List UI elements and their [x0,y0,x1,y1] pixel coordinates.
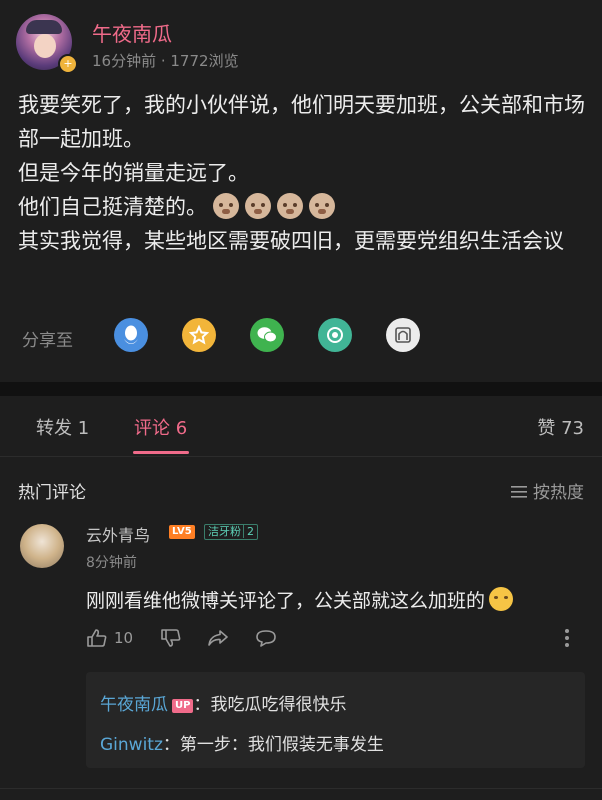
dog-face-icon [277,193,303,219]
post-line-1: 我要笑死了，我的小伙伴说，他们明天要加班，公关部和市场部一起加班。 [18,93,585,151]
post-meta: 16分钟前 · 1772浏览 [92,52,239,70]
commenter-avatar[interactable] [20,524,64,568]
bottom-divider [0,788,602,789]
like-button[interactable]: 10 [86,628,133,648]
post-content: 我要笑死了，我的小伙伴说，他们明天要加班，公关部和市场部一起加班。 但是今年的销… [18,88,588,258]
reply-author[interactable]: Ginwitz [100,735,163,755]
post-card: + 午夜南瓜 16分钟前 · 1772浏览 我要笑死了，我的小伙伴说，他们明天要… [0,0,602,382]
fan-badge: 洁牙粉 2 [204,524,258,540]
more-options-button[interactable] [564,628,570,648]
section-divider [0,382,602,396]
more-vertical-icon [565,629,569,647]
post-line-2: 但是今年的销量走远了。 [18,161,249,185]
hot-comments-title: 热门评论 [18,483,86,503]
dog-face-icon [245,193,271,219]
tab-repost[interactable]: 转发 1 [36,414,89,440]
comment-text: 刚刚看维他微博关评论了，公关部就这么加班的 [86,586,514,613]
up-badge: UP [172,699,194,713]
forward-button[interactable] [206,628,230,648]
post-line-4: 其实我觉得，某些地区需要破四旧，更需要党组织生活会议 [18,229,564,253]
sort-lines-icon [511,486,527,498]
reply-text: ：我吃瓜吃得很快乐 [193,695,347,715]
like-count: 10 [114,629,134,647]
reply-item[interactable]: 午夜南瓜 UP ：我吃瓜吃得很快乐 [100,690,346,715]
qzone-star-icon [189,325,209,345]
comment-bubble-icon [256,630,276,647]
reply-author[interactable]: 午夜南瓜 [100,695,168,715]
share-qq-button[interactable] [114,318,148,352]
reply-button[interactable] [254,628,278,648]
share-label: 分享至 [22,331,73,351]
thumbs-down-icon [161,629,181,647]
verified-badge-icon: + [58,54,78,74]
level-badge: LV5 [169,525,195,539]
interaction-tabs: 转发 1 评论 6 赞 73 [0,396,602,457]
post-line-3: 他们自己挺清楚的。 [18,190,588,224]
tab-comments[interactable]: 评论 6 [134,414,187,440]
dog-face-icon [213,193,239,219]
share-wechat-button[interactable] [250,318,284,352]
sort-button[interactable]: 按热度 [511,478,584,503]
comment-text-body: 刚刚看维他微博关评论了，公关部就这么加班的 [86,590,486,612]
share-moments-button[interactable] [318,318,352,352]
avatar-face-shape [34,34,56,58]
cat-face-icon [489,587,514,611]
avatar-hat-shape [26,20,62,34]
moments-icon [327,327,343,343]
tab-likes[interactable]: 赞 73 [537,414,584,440]
reply-text: ：第一步：我们假装无事发生 [162,735,384,755]
card-share-icon [395,327,411,343]
comment-actions: 10 [86,628,586,654]
fan-badge-label: 洁牙粉 [208,525,241,538]
sort-label: 按热度 [533,483,584,503]
replies-box[interactable]: 午夜南瓜 UP ：我吃瓜吃得很快乐 Ginwitz：第一步：我们假装无事发生 [86,672,585,768]
dislike-button[interactable] [160,628,182,648]
active-tab-indicator [133,451,189,454]
share-arrow-icon [208,630,228,646]
reply-item[interactable]: Ginwitz：第一步：我们假装无事发生 [100,730,384,755]
commenter-name[interactable]: 云外青鸟 [86,522,150,546]
share-qzone-button[interactable] [182,318,216,352]
qq-icon [124,325,138,344]
thumbs-up-icon [87,629,107,647]
share-card-button[interactable] [386,318,420,352]
fan-badge-level: 2 [243,525,254,538]
wechat-icon [257,327,277,343]
author-name[interactable]: 午夜南瓜 [92,18,172,47]
dog-face-icon [309,193,335,219]
comment-time: 8分钟前 [86,555,137,571]
post-line-3-text: 他们自己挺清楚的。 [18,195,207,219]
